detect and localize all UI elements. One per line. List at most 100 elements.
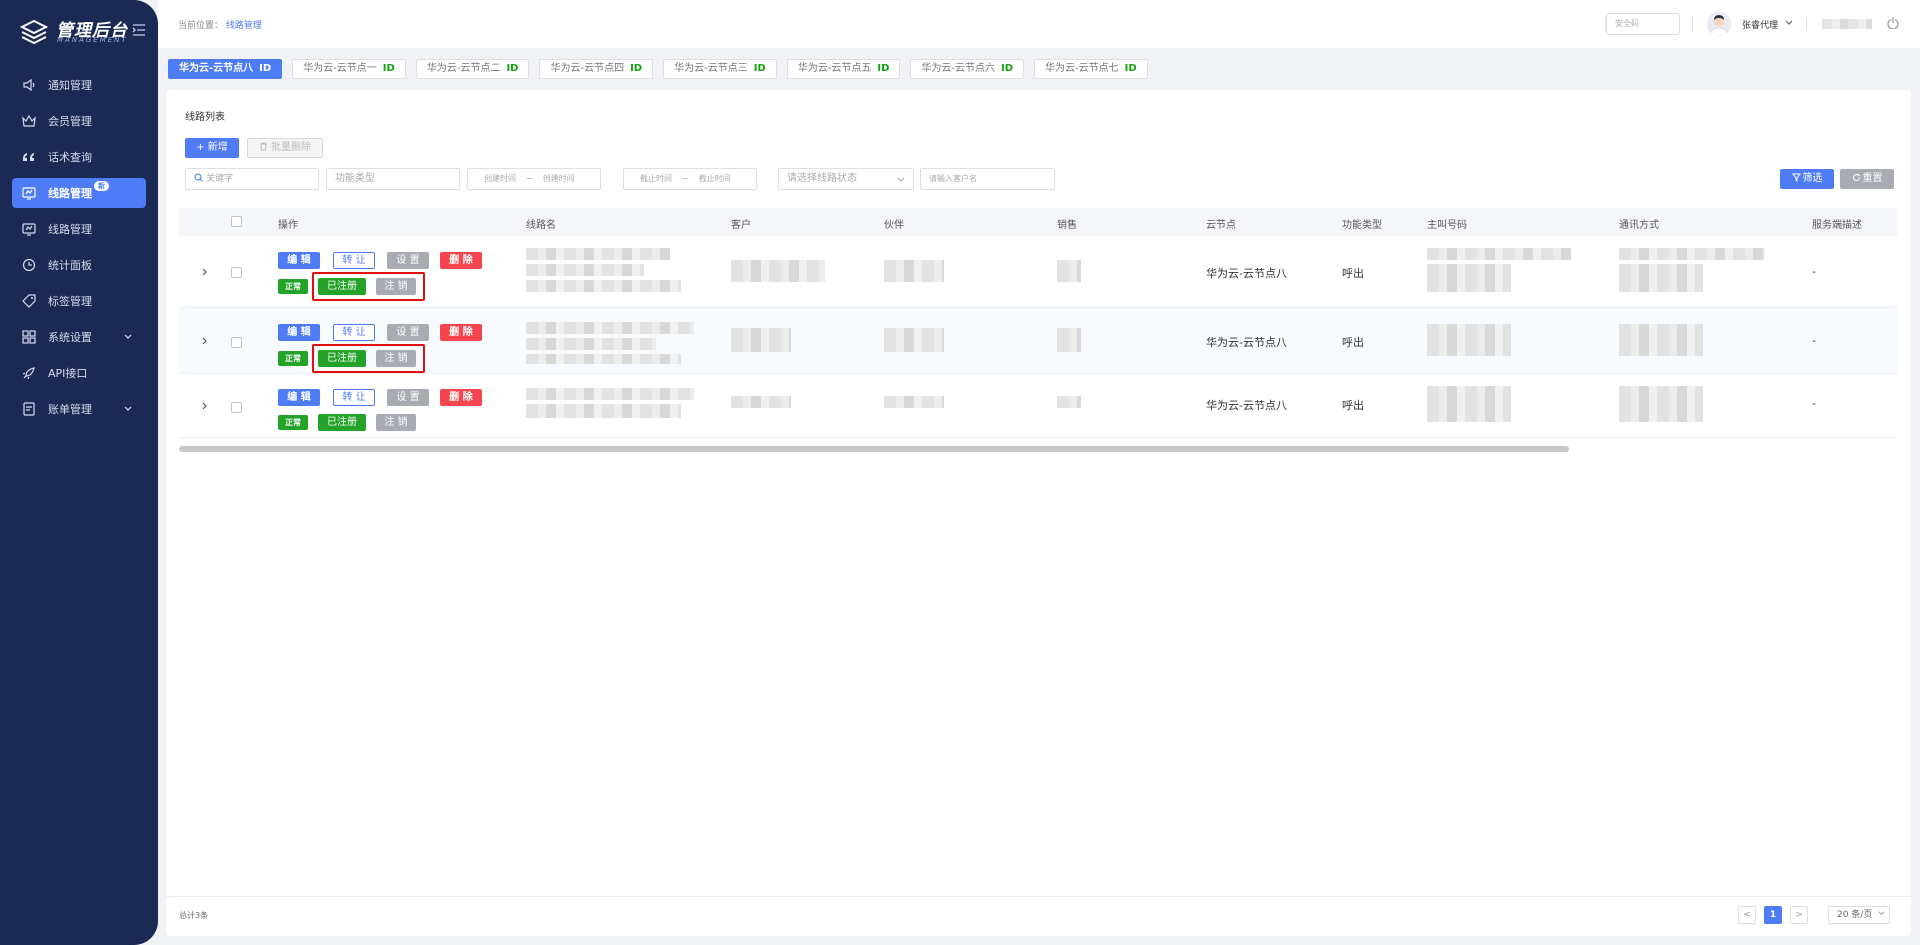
blurred-comm-method xyxy=(1619,386,1703,422)
tab-id-tag: ID xyxy=(753,63,766,74)
tab-node-7[interactable]: 华为云-云节点七 ID xyxy=(1034,59,1148,79)
range-separator: ~ xyxy=(526,174,533,183)
tab-node-5[interactable]: 华为云-云节点五 ID xyxy=(786,59,901,79)
sidebar-item-api[interactable]: API接口 xyxy=(12,358,146,388)
transfer-button[interactable]: 转 让 xyxy=(333,252,375,269)
range-separator: ~ xyxy=(682,174,689,183)
sidebar-item-label: API接口 xyxy=(48,367,88,380)
cancel-register-button[interactable]: 注 销 xyxy=(376,414,416,431)
table-row[interactable]: 编 辑 转 让 设 置 删 除 正常 已注册 注 销 华为云-云节点八 呼出 - xyxy=(179,308,1897,374)
sidebar-item-stats[interactable]: 统计面板 xyxy=(12,250,146,280)
tab-node-4[interactable]: 华为云-云节点四 ID xyxy=(539,59,654,79)
username[interactable]: 张睿代理 xyxy=(1742,18,1778,31)
route-icon xyxy=(22,187,36,200)
avatar[interactable] xyxy=(1707,12,1731,36)
highlight-annotation-box xyxy=(312,272,425,301)
monitor-icon xyxy=(22,223,36,236)
expand-icon[interactable] xyxy=(201,337,209,345)
settings-button[interactable]: 设 置 xyxy=(387,389,429,406)
col-caller-number: 主叫号码 xyxy=(1427,220,1467,231)
delete-button[interactable]: 删 除 xyxy=(440,252,482,269)
sidebar: 管理后台 MANAGEMENT 通知管理 会员管理 话术查询 线路管理 新 线路… xyxy=(0,0,158,945)
settings-button[interactable]: 设 置 xyxy=(387,324,429,341)
prev-page-button[interactable]: < xyxy=(1738,906,1756,924)
table-horizontal-scrollbar[interactable] xyxy=(179,446,1569,452)
breadcrumb-prefix: 当前位置： xyxy=(178,21,224,31)
expand-icon[interactable] xyxy=(201,402,209,410)
func-type-input[interactable]: 功能类型 xyxy=(326,168,460,190)
filter-button[interactable]: 筛选 xyxy=(1780,169,1834,189)
total-count: 总计3条 xyxy=(179,911,209,920)
page-size-select[interactable]: 20 条/页 xyxy=(1828,906,1890,924)
node-tabs: 华为云-云节点八 ID 华为云-云节点一 ID 华为云-云节点二 ID 华为云-云节点… xyxy=(168,59,1158,79)
sidebar-item-script[interactable]: 话术查询 xyxy=(12,142,146,172)
sidebar-item-notice[interactable]: 通知管理 xyxy=(12,70,146,100)
sidebar-item-route[interactable]: 线路管理 xyxy=(12,214,146,244)
batch-delete-label: 批量删除 xyxy=(271,142,311,153)
tab-id-tag: ID xyxy=(259,63,272,74)
safe-code-input[interactable]: 安全码 xyxy=(1606,13,1680,35)
tab-node-6[interactable]: 华为云-云节点六 ID xyxy=(910,59,1025,79)
col-partner: 伙伴 xyxy=(884,220,904,231)
tab-node-3[interactable]: 华为云-云节点三 ID xyxy=(663,59,777,79)
row-checkbox[interactable] xyxy=(231,402,242,413)
reset-button[interactable]: 重置 xyxy=(1840,169,1894,189)
customer-input[interactable]: 请输入客户名 xyxy=(920,168,1055,190)
sidebar-item-tags[interactable]: 标签管理 xyxy=(12,286,146,316)
edit-button[interactable]: 编 辑 xyxy=(278,252,320,269)
breadcrumb: 当前位置： 线路管理 xyxy=(178,18,262,31)
expire-time-range[interactable]: 截止时间 ~ 截止时间 xyxy=(623,168,757,190)
batch-delete-button[interactable]: 批量删除 xyxy=(247,138,323,158)
status-select[interactable]: 请选择线路状态 xyxy=(778,168,914,190)
header-divider xyxy=(1692,17,1693,31)
menu-collapse-icon[interactable] xyxy=(132,24,146,36)
create-start-placeholder: 创建时间 xyxy=(484,174,516,183)
crown-icon xyxy=(22,114,36,127)
expand-icon[interactable] xyxy=(201,268,209,276)
sidebar-item-bill[interactable]: 账单管理 xyxy=(12,394,146,424)
breadcrumb-current[interactable]: 线路管理 xyxy=(226,21,262,31)
grid-icon xyxy=(22,330,36,344)
page-1-button[interactable]: 1 xyxy=(1764,906,1782,924)
sidebar-item-label: 标签管理 xyxy=(48,295,92,308)
transfer-button[interactable]: 转 让 xyxy=(333,389,375,406)
sidebar-item-member[interactable]: 会员管理 xyxy=(12,106,146,136)
settings-button[interactable]: 设 置 xyxy=(387,252,429,269)
clock-icon xyxy=(22,258,36,272)
func-type-cell: 呼出 xyxy=(1342,399,1364,412)
sidebar-item-route-active[interactable]: 线路管理 新 xyxy=(12,178,146,208)
transfer-button[interactable]: 转 让 xyxy=(333,324,375,341)
tab-id-tag: ID xyxy=(1124,63,1137,74)
chevron-down-icon[interactable] xyxy=(1785,19,1793,27)
blurred-partner xyxy=(884,396,944,408)
create-time-range[interactable]: 创建时间 ~ 创建时间 xyxy=(467,168,601,190)
table-row[interactable]: 编 辑 转 让 设 置 删 除 正常 已注册 注 销 华为云-云节点八 呼出 - xyxy=(179,236,1897,308)
next-page-button[interactable]: > xyxy=(1790,906,1808,924)
func-type-cell: 呼出 xyxy=(1342,267,1364,280)
app-logo: 管理后台 MANAGEMENT xyxy=(20,14,146,50)
sidebar-item-settings[interactable]: 系统设置 xyxy=(12,322,146,352)
blurred-sales xyxy=(1057,260,1081,282)
row-checkbox[interactable] xyxy=(231,267,242,278)
select-all-checkbox[interactable] xyxy=(231,216,242,227)
table-row[interactable]: 编 辑 转 让 设 置 删 除 正常 已注册 注 销 华为云-云节点八 呼出 - xyxy=(179,374,1897,438)
add-button[interactable]: + 新增 xyxy=(185,138,239,158)
row-checkbox[interactable] xyxy=(231,337,242,348)
table-header: 操作 线路名 客户 伙伴 销售 云节点 功能类型 主叫号码 通讯方式 服务端描述 xyxy=(179,208,1897,236)
blurred-sales xyxy=(1057,396,1081,408)
edit-button[interactable]: 编 辑 xyxy=(278,389,320,406)
blurred-comm-method xyxy=(1619,264,1703,292)
blurred-route-name xyxy=(526,338,656,350)
edit-button[interactable]: 编 辑 xyxy=(278,324,320,341)
blurred-route-name xyxy=(526,388,694,400)
col-actions: 操作 xyxy=(278,220,298,231)
tab-node-8[interactable]: 华为云-云节点八 ID xyxy=(168,59,283,79)
keyword-input[interactable]: 关键字 xyxy=(185,168,319,190)
delete-button[interactable]: 删 除 xyxy=(440,389,482,406)
tab-label: 华为云-云节点五 xyxy=(797,63,872,74)
delete-button[interactable]: 删 除 xyxy=(440,324,482,341)
logout-power-icon[interactable] xyxy=(1887,17,1899,29)
tab-node-1[interactable]: 华为云-云节点一 ID xyxy=(292,59,406,79)
tab-node-2[interactable]: 华为云-云节点二 ID xyxy=(415,59,530,79)
registered-button[interactable]: 已注册 xyxy=(318,414,366,431)
